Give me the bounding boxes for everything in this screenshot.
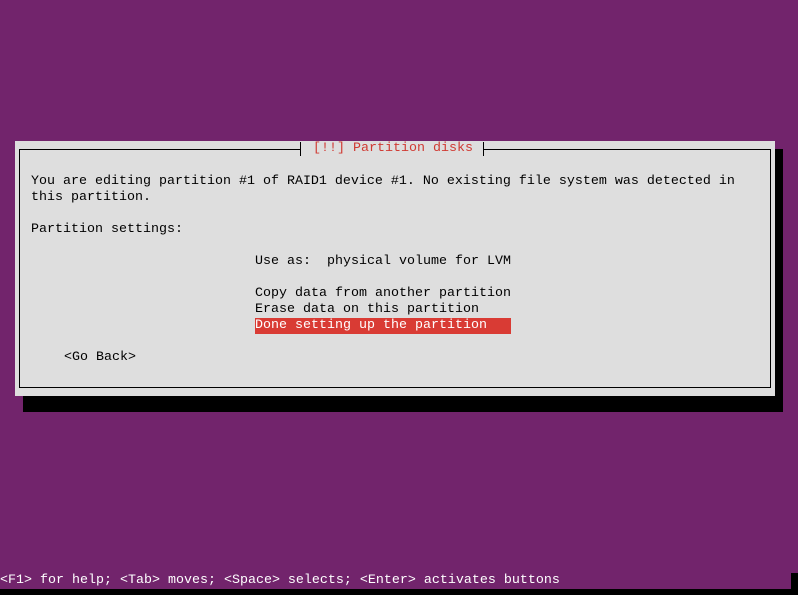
go-back-button[interactable]: <Go Back> (64, 350, 136, 366)
settings-heading: Partition settings: (31, 222, 183, 237)
dialog-title: [!!] Partition disks (313, 141, 473, 156)
menu-item-erase-data[interactable]: Erase data on this partition (255, 302, 479, 318)
menu-item-copy-data[interactable]: Copy data from another partition (255, 286, 511, 302)
title-right-stub (484, 149, 492, 150)
description-line-2: this partition. (31, 190, 151, 205)
status-bar: <F1> for help; <Tab> moves; <Space> sele… (0, 573, 560, 588)
bottom-strip (0, 589, 798, 595)
partition-dialog: [!!] Partition disks You are editing par… (15, 141, 775, 396)
menu-item-done-label: Done setting up the partition (255, 318, 487, 334)
description-line-1: You are editing partition #1 of RAID1 de… (31, 174, 735, 189)
menu-item-done-selected[interactable]: Done setting up the partition (255, 318, 511, 334)
setting-value: physical volume for LVM (327, 254, 511, 269)
terminal-cursor-block (791, 573, 798, 595)
setting-label: Use as: (255, 254, 311, 269)
